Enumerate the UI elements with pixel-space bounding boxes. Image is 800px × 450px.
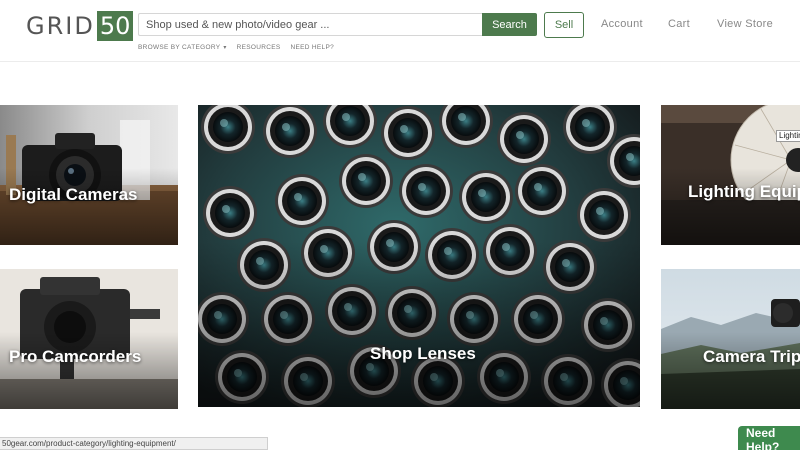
need-help-button[interactable]: Need Help? xyxy=(738,426,800,450)
category-tile-pro-camcorders[interactable]: Pro Camcorders xyxy=(0,269,178,409)
search-box xyxy=(138,13,482,36)
tile-overlay xyxy=(0,168,178,245)
resources-link[interactable]: RESOURCES xyxy=(237,44,281,51)
tile-overlay xyxy=(198,240,640,407)
search-button[interactable]: Search xyxy=(482,13,537,36)
lighting-tooltip: Lighting xyxy=(776,130,800,142)
logo-text: GRID xyxy=(26,12,95,40)
browse-by-category-label: BROWSE BY CATEGORY xyxy=(138,44,221,51)
cart-link[interactable]: Cart xyxy=(668,18,690,30)
tile-label-camera-tripods: Camera Tripods xyxy=(703,347,800,366)
browse-by-category-menu[interactable]: BROWSE BY CATEGORY ▾ xyxy=(138,44,227,51)
category-tile-lighting-equipment[interactable]: Lighting Equipment xyxy=(661,105,800,245)
tile-overlay xyxy=(661,332,800,409)
tile-overlay xyxy=(0,332,178,409)
account-link[interactable]: Account xyxy=(601,18,643,30)
tile-label-lighting-equipment: Lighting Equipment xyxy=(688,182,800,201)
site-header: GRID 50 Search Sell Account Cart View St… xyxy=(0,0,800,62)
category-tile-digital-cameras[interactable]: Digital Cameras xyxy=(0,105,178,245)
category-tile-camera-tripods[interactable]: Camera Tripods xyxy=(661,269,800,409)
chevron-down-icon: ▾ xyxy=(223,45,227,51)
sell-button[interactable]: Sell xyxy=(544,12,584,38)
logo-number: 50 xyxy=(96,11,134,41)
tile-label-digital-cameras: Digital Cameras xyxy=(9,185,138,204)
need-help-link[interactable]: NEED HELP? xyxy=(291,44,334,51)
view-store-link[interactable]: View Store xyxy=(717,18,773,30)
tile-label-pro-camcorders: Pro Camcorders xyxy=(9,347,142,366)
status-bar-url: 50gear.com/product-category/lighting-equ… xyxy=(0,437,268,450)
category-tile-shop-lenses[interactable]: Shop Lenses xyxy=(198,105,640,407)
tile-overlay xyxy=(661,168,800,245)
sub-navigation: BROWSE BY CATEGORY ▾ RESOURCES NEED HELP… xyxy=(138,44,334,51)
grid50-logo[interactable]: GRID 50 xyxy=(26,11,134,41)
search-input[interactable] xyxy=(139,14,482,35)
tile-label-shop-lenses: Shop Lenses xyxy=(370,344,476,363)
